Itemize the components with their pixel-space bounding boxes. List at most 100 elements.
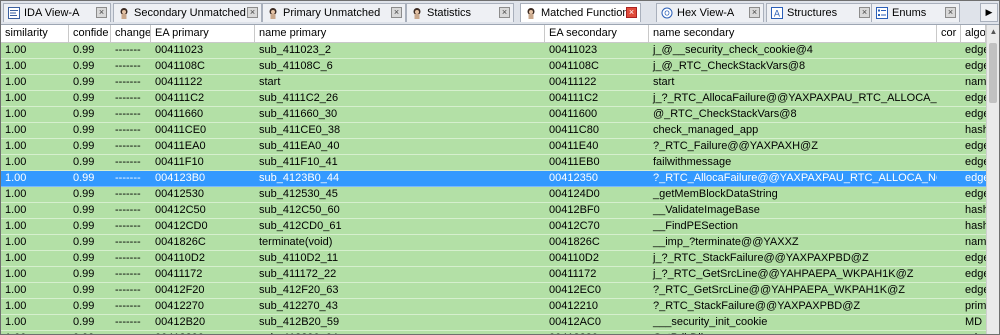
cor-cell: [937, 91, 961, 107]
tab-structures[interactable]: A Structures ×: [766, 3, 874, 22]
confidence-column-header[interactable]: confide: [69, 25, 111, 42]
cor-column-header[interactable]: cor: [937, 25, 961, 42]
table-row[interactable]: 1.00 0.99 ------- 00412270 sub_412270_43 0041…: [1, 299, 986, 315]
table-row[interactable]: 1.00 0.99 ------- 0041108C sub_41108C_6 00411…: [1, 59, 986, 75]
tab-label: Matched Functions: [541, 7, 634, 19]
scroll-up-icon[interactable]: ▲: [987, 25, 999, 39]
similarity-column-header[interactable]: similarity: [1, 25, 69, 42]
table-row[interactable]: 1.00 0.99 ------- 00412C50 sub_412C50_60 0041…: [1, 203, 986, 219]
cor-cell: [937, 59, 961, 75]
table-row[interactable]: 1.00 0.99 ------- 00411CE0 sub_411CE0_38 0041…: [1, 123, 986, 139]
changes-cell: -------: [115, 252, 141, 264]
confidence-cell: 0.99: [73, 236, 95, 248]
algorithm-cell: edge: [965, 92, 986, 104]
changes-cell: -------: [115, 44, 141, 56]
confidence-cell: 0.99: [73, 204, 95, 216]
similarity-cell: 1.00: [5, 188, 27, 200]
table-row[interactable]: 1.00 0.99 ------- 004110D2 sub_4110D2_11 0041…: [1, 251, 986, 267]
name-secondary-cell: j_@_RTC_CheckStackVars@8: [653, 60, 806, 72]
close-icon[interactable]: ×: [96, 7, 107, 18]
name-secondary-cell: ___security_init_cookie: [653, 316, 768, 328]
table-row[interactable]: 1.00 0.99 ------- 004111C2 sub_4111C2_26 0041…: [1, 91, 986, 107]
algorithm-cell: edge: [965, 284, 986, 296]
changes-cell: -------: [115, 236, 141, 248]
close-icon[interactable]: ×: [499, 7, 510, 18]
table-row[interactable]: 1.00 0.99 ------- 00411F10 sub_411F10_41 0041…: [1, 155, 986, 171]
close-icon[interactable]: ×: [749, 7, 760, 18]
table-row[interactable]: 1.00 0.99 ------- 00411023 sub_411023_2 00411…: [1, 43, 986, 59]
close-icon[interactable]: ×: [859, 7, 870, 18]
cor-cell: [937, 171, 961, 187]
ea-primary-cell: 00411122: [155, 76, 203, 88]
similarity-cell: 1.00: [5, 156, 27, 168]
algorithm-cell: edge: [965, 268, 986, 280]
name-secondary-cell: ?_RTC_Failure@@YAXPAXH@Z: [653, 140, 818, 152]
name-secondary-cell: j_?_RTC_GetSrcLine@@YAHPAEPA_WKPAH1K@Z: [653, 268, 914, 280]
name-primary-cell: sub_41108C_6: [259, 60, 333, 72]
name-secondary-cell: __imp_?terminate@@YAXXZ: [653, 236, 799, 248]
name-primary-cell: sub_412530_45: [259, 188, 338, 200]
table-row[interactable]: 1.00 0.99 ------- 00411172 sub_411172_22 0041…: [1, 267, 986, 283]
scrollbar-thumb[interactable]: [989, 43, 997, 103]
changes-cell: -------: [115, 140, 141, 152]
vertical-scrollbar[interactable]: ▲: [986, 25, 999, 334]
table-row[interactable]: 1.00 0.99 ------- 00411EA0 sub_411EA0_40 0041…: [1, 139, 986, 155]
ea-primary-cell: 00411F10: [155, 156, 204, 168]
table-row[interactable]: 1.00 0.99 ------- 00411660 sub_411660_30 0041…: [1, 107, 986, 123]
algorithm-cell: hash: [965, 124, 986, 136]
similarity-cell: 1.00: [5, 236, 27, 248]
similarity-cell: 1.00: [5, 108, 27, 120]
similarity-cell: 1.00: [5, 204, 27, 216]
name-secondary-cell: __ValidateImageBase: [653, 204, 760, 216]
tab-scroll-right-icon[interactable]: ▶: [980, 3, 998, 22]
close-icon[interactable]: ×: [391, 7, 402, 18]
table-row[interactable]: 1.00 0.99 ------- 00412F20 sub_412F20_63 0041…: [1, 283, 986, 299]
close-icon[interactable]: ×: [247, 7, 258, 18]
name-primary-cell: sub_413290_64: [255, 331, 545, 334]
changes-column-header[interactable]: change: [111, 25, 151, 42]
table-row[interactable]: 1.00 0.99 ------- 00412B20 sub_412B20_59 0041…: [1, 315, 986, 331]
tab-secondary-unmatched[interactable]: Secondary Unmatched ×: [113, 3, 262, 22]
close-icon[interactable]: ×: [945, 7, 956, 18]
confidence-cell: 0.99: [73, 268, 95, 280]
similarity-cell: 1.00: [1, 331, 69, 334]
cor-cell: [937, 299, 961, 315]
cor-cell: [937, 187, 961, 203]
tab-enums[interactable]: Enums ×: [871, 3, 960, 22]
algorithm-cell: MD: [965, 316, 983, 328]
table-row[interactable]: 1.00 0.99 ------- 00412CD0 sub_412CD0_61 0041…: [1, 219, 986, 235]
name-secondary-cell: _getMemBlockDataString: [653, 188, 778, 200]
ea-secondary-column-header[interactable]: EA secondary: [545, 25, 649, 42]
algorithm-cell: edge: [965, 140, 986, 152]
tab-matched-functions[interactable]: Matched Functions ×: [520, 3, 641, 22]
tab-primary-unmatched[interactable]: Primary Unmatched ×: [262, 3, 406, 22]
name-primary-cell: sub_411F10_41: [259, 156, 338, 168]
tab-statistics[interactable]: Statistics ×: [406, 3, 514, 22]
ea-primary-cell: 00413290: [151, 331, 255, 334]
algorithm-column-header[interactable]: algo: [961, 25, 986, 42]
ea-primary-column-header[interactable]: EA primary: [151, 25, 255, 42]
table-row[interactable]: 1.00 0.99 ------- 00412530 sub_412530_45 0041…: [1, 187, 986, 203]
changes-cell: -------: [111, 331, 151, 334]
table-row[interactable]: 1.00 0.99 ------- 0041826C terminate(void) 00…: [1, 235, 986, 251]
confidence-cell: 0.99: [73, 108, 95, 120]
changes-cell: -------: [115, 284, 141, 296]
name-secondary-cell: check_managed_app: [653, 124, 759, 136]
table-row[interactable]: 1.000.99-------00413290sub_413290_640041…: [1, 331, 986, 334]
similarity-cell: 1.00: [5, 60, 27, 72]
matched-functions-window: ▶ IDA View-A × Secondary Unmatched × Primary…: [0, 0, 1000, 335]
name-secondary-cell: ?_RTC_GetSrcLine@@YAHPAEPA_WKPAH1K@Z: [653, 284, 905, 296]
ida-view-icon: [8, 7, 20, 19]
close-icon[interactable]: ×: [626, 7, 637, 18]
table-row[interactable]: 1.00 0.99 ------- 00411122 start 00411122 star…: [1, 75, 986, 91]
name-primary-column-header[interactable]: name primary: [255, 25, 545, 42]
tab-ida-view-a[interactable]: IDA View-A ×: [3, 3, 111, 22]
similarity-cell: 1.00: [5, 220, 27, 232]
changes-cell: -------: [115, 76, 141, 88]
table-row[interactable]: 1.00 0.99 ------- 004123B0 sub_4123B0_44 0041…: [1, 171, 986, 187]
changes-cell: -------: [115, 60, 141, 72]
name-secondary-cell: __FindPESection: [653, 220, 738, 232]
tab-hex-view-a[interactable]: O Hex View-A ×: [656, 3, 764, 22]
name-secondary-column-header[interactable]: name secondary: [649, 25, 937, 42]
name-secondary-cell: @_RTC_CheckStackVars@8: [653, 108, 797, 120]
